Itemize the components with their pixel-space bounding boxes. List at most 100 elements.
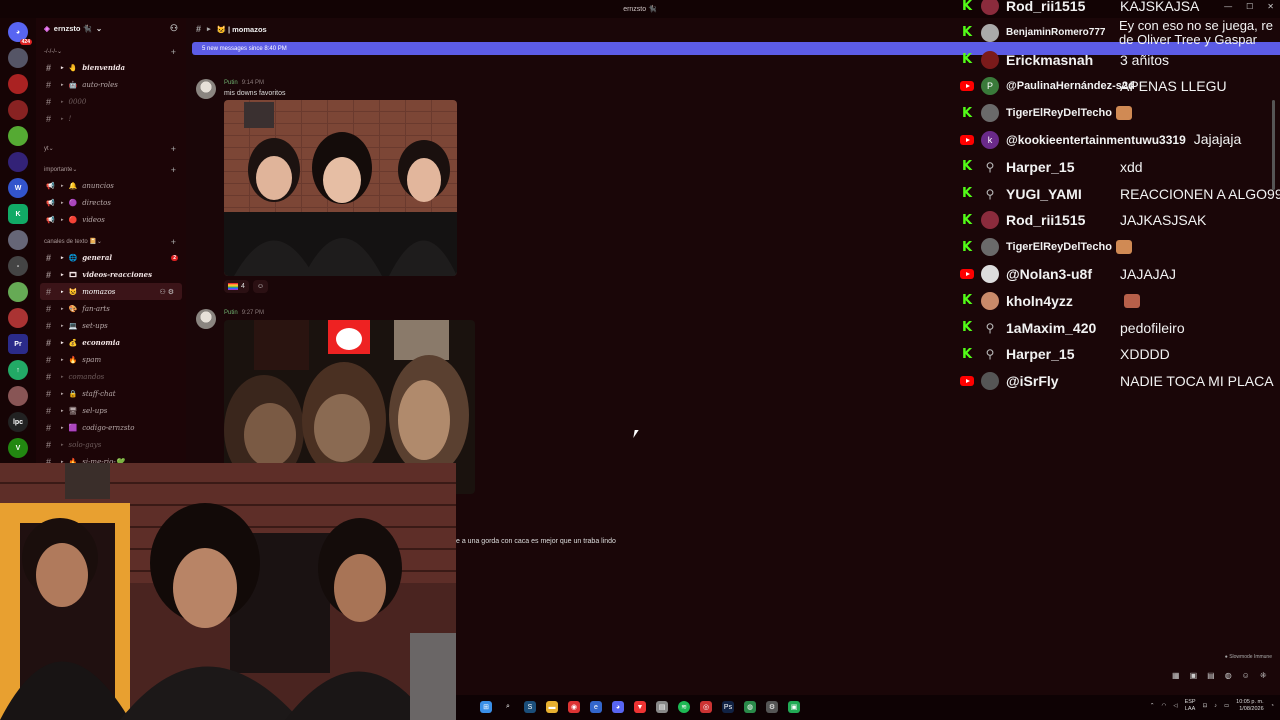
add-channel-icon[interactable]: + [171, 47, 176, 57]
server-icon[interactable] [8, 48, 28, 68]
channel-item[interactable]: 📢 ▸ 🟣 directos [36, 194, 186, 211]
chat-username[interactable]: BenjaminRomero777 [1006, 27, 1105, 38]
app-icon[interactable]: ▣ [788, 701, 800, 713]
server-icon[interactable] [8, 100, 28, 120]
clock[interactable]: 10:05 p. m. 1/08/2026 [1236, 699, 1264, 713]
channel-item[interactable]: 📢 ▸ 🔔 anuncios [36, 177, 186, 194]
channel-item[interactable]: # ▸ 🌐 general 2 [36, 249, 186, 266]
channel-item[interactable]: # ▸ 💰 economia [36, 334, 186, 351]
photoshop-icon[interactable]: Ps [722, 701, 734, 713]
invite-icon[interactable]: ⚇ [159, 289, 167, 296]
channel-category[interactable]: yt ⌄ + [36, 141, 186, 156]
server-header[interactable]: ◈ ernzsto 🐈‍⬛ ⌄ ⚇ [36, 18, 186, 38]
network-icon[interactable]: ⊡ [1203, 703, 1208, 709]
server-icon[interactable] [8, 230, 28, 250]
add-channel-icon[interactable]: + [171, 237, 176, 247]
channel-item[interactable]: # ▸ 💻 set-ups [36, 317, 186, 334]
kick-server-icon[interactable]: K [8, 204, 28, 224]
chat-username[interactable]: Harper_15 [1006, 346, 1075, 362]
channel-category[interactable]: canales de texto 📔 ⌄ + [36, 234, 186, 249]
channel-category[interactable]: -/-/-/- ⌄ + [36, 44, 186, 59]
channel-item[interactable]: # ▸ 🖥 sel-ups [36, 402, 186, 419]
server-icon[interactable] [8, 386, 28, 406]
channel-item[interactable]: # ▸ 🎞 videos-reacciones [36, 266, 186, 283]
server-icon[interactable]: ↑ [8, 360, 28, 380]
channel-item[interactable]: # ▸ 🔥 spam [36, 351, 186, 368]
add-member-icon[interactable]: ⚇ [170, 23, 178, 34]
chat-username[interactable]: Rod_rii1515 [1006, 0, 1085, 14]
discord-icon[interactable]: ◕ [612, 701, 624, 713]
server-icon[interactable] [8, 308, 28, 328]
avatar[interactable] [196, 309, 216, 329]
grid-icon[interactable]: ▦ [1172, 671, 1180, 680]
chat-username[interactable]: Rod_rii1515 [1006, 212, 1085, 228]
premiere-server-icon[interactable]: Pr [8, 334, 28, 354]
browser-icon[interactable]: ◉ [568, 701, 580, 713]
server-icon[interactable] [8, 152, 28, 172]
sticker-icon[interactable]: ◍ [1225, 671, 1232, 680]
chat-username[interactable]: 1aMaxim_420 [1006, 320, 1096, 336]
notification-bell-icon[interactable]: ◔ [1271, 703, 1274, 709]
channel-item[interactable]: # ▸ comandos [36, 368, 186, 385]
channel-item[interactable]: # ▸ 🤖 auto-roles [36, 76, 186, 93]
server-icon[interactable]: lpc [8, 412, 28, 432]
channel-item[interactable]: # ▸ solo-gays [36, 436, 186, 453]
brave-icon[interactable]: ▼ [634, 701, 646, 713]
add-channel-icon[interactable]: + [171, 165, 176, 175]
spotify-icon[interactable]: ≋ [678, 701, 690, 713]
windows-start-icon[interactable]: ⊞ [480, 701, 492, 713]
edge-icon[interactable]: e [590, 701, 602, 713]
add-channel-icon[interactable]: + [171, 144, 176, 154]
volume-icon[interactable]: ♪ [1214, 703, 1217, 709]
channel-item[interactable]: # ▸ 🎨 fan-arts [36, 300, 186, 317]
chat-username[interactable]: @PaulinaHernández-s2d [1006, 80, 1135, 92]
channel-item[interactable]: 📢 ▸ 🔴 videos [36, 211, 186, 228]
channel-item[interactable]: # ▸ 🤚 bienvenida [36, 59, 186, 76]
search-icon[interactable]: ⌕ [502, 701, 514, 713]
chat-username[interactable]: YUGI_YAMI [1006, 186, 1082, 202]
gear-icon[interactable]: ⚙ [168, 289, 174, 296]
chat-username[interactable]: @kookieentertainmentuwu3319 [1006, 133, 1186, 147]
channel-item[interactable]: # ▸ 🔥 si-me-rio-💚 [36, 453, 186, 464]
server-icon[interactable] [8, 74, 28, 94]
reaction-chip[interactable]: 4 [224, 280, 249, 293]
settings-icon[interactable]: ⚙ [766, 701, 778, 713]
server-icon[interactable]: W [8, 178, 28, 198]
author-name[interactable]: Putin [224, 310, 238, 316]
gif-icon[interactable]: ▤ [1207, 671, 1215, 680]
chat-username[interactable]: kholn4yzz [1006, 293, 1073, 309]
chat-username[interactable]: Harper_15 [1006, 159, 1075, 175]
emoji-icon[interactable]: ☺ [1242, 671, 1250, 680]
chat-username[interactable]: @Nolan3-u8f [1006, 266, 1092, 282]
server-icon[interactable] [8, 282, 28, 302]
channel-item[interactable]: # ▸ 😺 momazos ⚇ ⚙ [40, 283, 182, 300]
notepad-icon[interactable]: ▤ [656, 701, 668, 713]
discord-home-icon[interactable]: ◕ 424 [8, 22, 32, 45]
chat-username[interactable]: TigerElReyDelTecho [1006, 240, 1132, 255]
apps-icon[interactable]: ⁜ [1260, 671, 1267, 680]
chrome-icon[interactable]: ◍ [744, 701, 756, 713]
app-icon[interactable]: ◎ [700, 701, 712, 713]
server-icon[interactable] [8, 126, 28, 146]
chat-username[interactable]: Erickmasnah [1006, 52, 1093, 68]
file-explorer-icon[interactable]: ▬ [546, 701, 558, 713]
author-name[interactable]: Putin [224, 80, 238, 86]
channel-category[interactable]: importante ⌄ + [36, 162, 186, 177]
steam-icon[interactable]: S [524, 701, 536, 713]
channel-item[interactable]: # ▸ 0000 [36, 93, 186, 110]
chat-username[interactable]: TigerElReyDelTecho [1006, 106, 1132, 121]
chat-scrollbar[interactable] [1272, 100, 1275, 190]
wifi-icon[interactable]: ◠ [1162, 703, 1167, 709]
speaker-icon[interactable]: ◁ [1173, 703, 1177, 709]
add-reaction-button[interactable]: ☺ [252, 280, 269, 293]
server-icon[interactable]: - [8, 256, 28, 276]
gift-icon[interactable]: ▣ [1190, 671, 1198, 680]
language-indicator[interactable]: ESP LAA [1185, 699, 1196, 713]
channel-item[interactable]: # ▸ 🟪 codigo-ernzsto [36, 419, 186, 436]
chat-username[interactable]: @iSrFly [1006, 373, 1059, 389]
channel-item[interactable]: # ▸! [36, 110, 186, 127]
channel-item[interactable]: # ▸ 🔒 staff-chat [36, 385, 186, 402]
chevron-up-icon[interactable]: ⌃ [1150, 703, 1155, 709]
battery-icon[interactable]: ▭ [1224, 703, 1229, 709]
avatar[interactable] [196, 79, 216, 99]
